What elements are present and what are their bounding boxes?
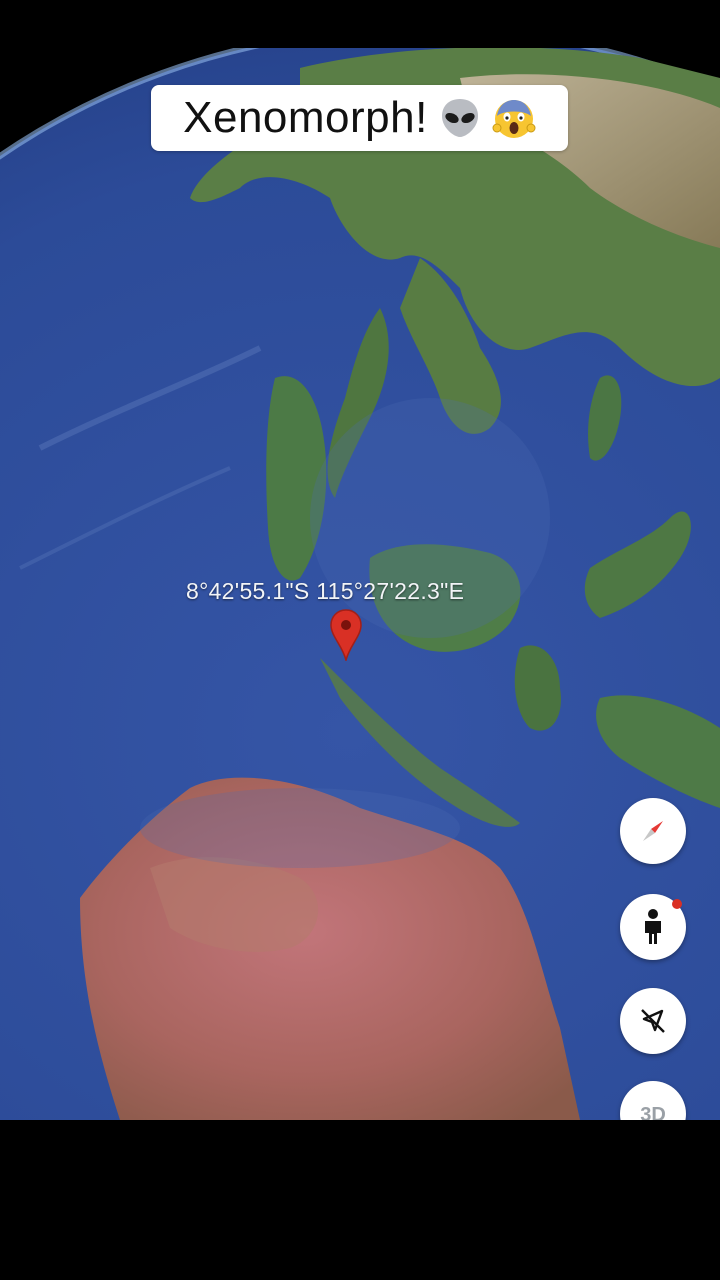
alien-emoji — [441, 99, 478, 137]
location-off-icon — [641, 1009, 665, 1033]
location-pin-icon[interactable] — [329, 609, 363, 661]
coordinates-label: 8°42'55.1"S 115°27'22.3"E — [186, 578, 465, 604]
compass-button[interactable] — [620, 798, 686, 864]
caption-text: Xenomorph! — [183, 93, 428, 142]
pegman-icon — [645, 909, 661, 944]
screen: Xenomorph! 8°42'55.1"S 115°27'22.3"E 3D — [0, 0, 720, 1280]
video-caption: Xenomorph! — [151, 85, 568, 151]
my-location-button[interactable] — [620, 988, 686, 1054]
bottom-letterbox — [0, 1120, 720, 1280]
screaming-face-emoji — [492, 100, 536, 138]
notification-dot — [672, 899, 682, 909]
compass-icon — [643, 821, 663, 841]
street-view-button[interactable] — [620, 894, 686, 960]
